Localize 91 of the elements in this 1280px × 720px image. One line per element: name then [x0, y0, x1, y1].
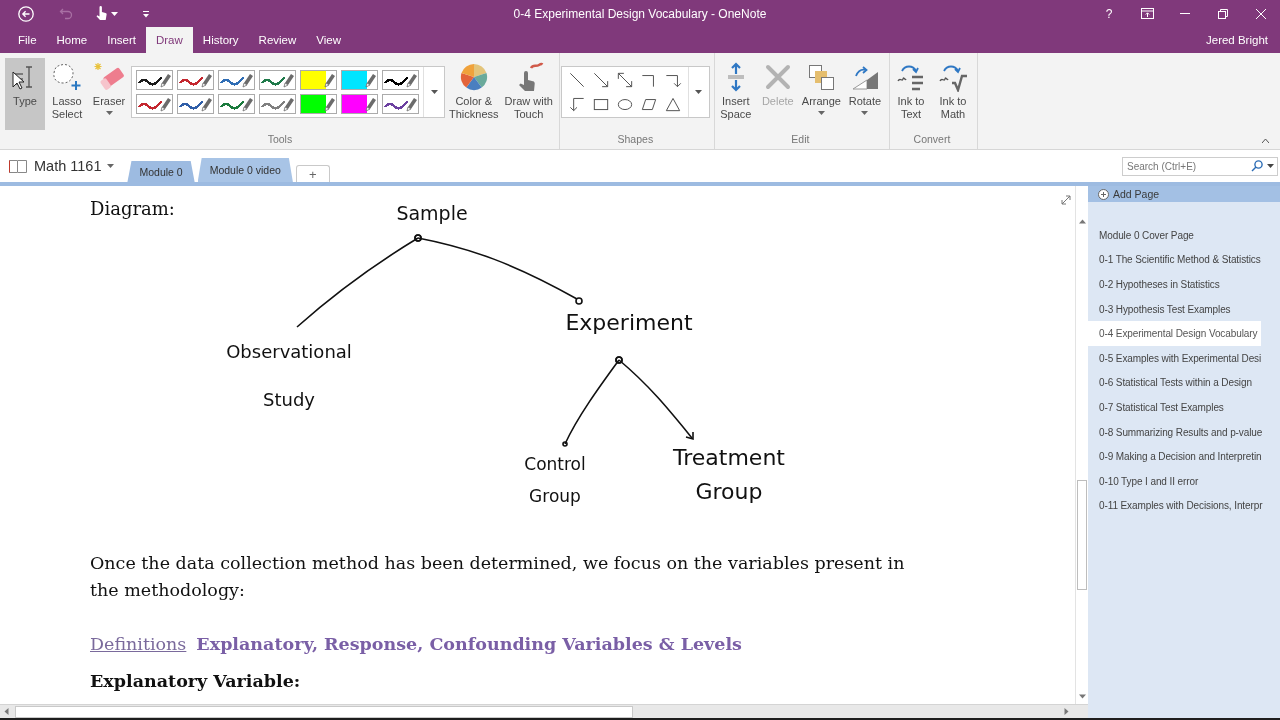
- scroll-thumb[interactable]: [1077, 480, 1087, 590]
- close-icon[interactable]: [1256, 8, 1266, 19]
- caret-icon[interactable]: [110, 11, 118, 16]
- color-wheel-icon[interactable]: [458, 62, 489, 92]
- group-label: Shapes: [617, 132, 654, 147]
- customize-icon[interactable]: [142, 9, 150, 18]
- help-button[interactable]: ?: [1103, 4, 1115, 23]
- ribbon-tab[interactable]: View: [306, 27, 352, 53]
- add-section-tab[interactable]: +: [295, 165, 330, 182]
- caret-icon[interactable]: [1267, 163, 1274, 168]
- caret-icon[interactable]: [861, 111, 869, 115]
- page-item[interactable]: 0-11 Examples with Decisions, Interpr: [1088, 493, 1280, 519]
- group-label: Convert: [913, 132, 951, 147]
- ribbon-tab[interactable]: History: [192, 27, 249, 53]
- more-caret-icon[interactable]: [695, 90, 703, 94]
- caret-icon[interactable]: [107, 164, 115, 168]
- horizontal-scrollbar[interactable]: [0, 704, 1088, 718]
- back-icon[interactable]: [18, 5, 34, 22]
- ribbon-tab[interactable]: File: [8, 27, 47, 53]
- ribbon-button[interactable]: Ink to Text: [890, 58, 931, 130]
- search-icon[interactable]: [1251, 159, 1263, 172]
- caret-icon[interactable]: [817, 111, 825, 115]
- more-caret-icon[interactable]: [430, 90, 438, 94]
- handwritten-label: Treatment Group: [673, 444, 785, 506]
- body-paragraph: Once the data collection method has been determined, we focus on the variables present in the methodology:: [90, 552, 906, 602]
- search-field[interactable]: Search (Ctrl+E): [1122, 156, 1278, 176]
- highlighter-icon[interactable]: [300, 94, 337, 114]
- ribbon-button[interactable]: Rotate: [844, 58, 885, 130]
- ribbon-button[interactable]: Eraser: [89, 58, 129, 130]
- section-title: Explanatory, Response, Confounding Variables & Levels: [196, 633, 742, 656]
- subheading: Explanatory Variable:: [90, 670, 301, 693]
- page-item[interactable]: 0-7 Statistical Test Examples: [1088, 395, 1280, 420]
- ribbon-display-icon[interactable]: [1140, 8, 1154, 19]
- handwritten-label: Experiment: [565, 309, 693, 337]
- scroll-thumb[interactable]: [15, 705, 633, 718]
- highlighter-icon[interactable]: [300, 70, 337, 90]
- page-item[interactable]: 0-1 The Scientific Method & Statistics: [1088, 247, 1280, 273]
- ribbon-tab[interactable]: Home: [46, 27, 98, 53]
- section-tab[interactable]: Module 0: [127, 161, 195, 182]
- stacked-squares-icon[interactable]: [806, 62, 837, 92]
- highlighter-icon[interactable]: [341, 94, 378, 114]
- vertical-scrollbar[interactable]: [1075, 186, 1088, 704]
- ribbon-button[interactable]: Ink to Math: [932, 58, 973, 130]
- pen-icon[interactable]: [136, 70, 173, 90]
- group-label: Tools: [267, 132, 293, 147]
- mouse-pointer-icon: [12, 71, 24, 90]
- scroll-down-icon[interactable]: [1078, 693, 1086, 700]
- notebook-icon[interactable]: [8, 158, 28, 174]
- page-item[interactable]: 0-8 Summarizing Results and p-value: [1088, 419, 1280, 445]
- ribbon-button[interactable]: Color & Thickness: [447, 58, 501, 130]
- ribbon-button[interactable]: Lasso Select: [47, 58, 87, 130]
- definitions-link[interactable]: Definitions: [90, 631, 187, 658]
- page-item[interactable]: Module 0 Cover Page: [1088, 223, 1280, 248]
- notebook-picker[interactable]: Math 1161: [6, 158, 119, 174]
- scroll-left-icon[interactable]: [3, 708, 10, 715]
- pen-icon[interactable]: [382, 94, 419, 114]
- add-page-button[interactable]: Add Page: [1088, 186, 1280, 202]
- page-item[interactable]: 0-10 Type I and II error: [1088, 468, 1280, 494]
- handwritten-label: Sample: [396, 201, 468, 226]
- window-title: 0-4 Experimental Design Vocabulary - OneNote: [513, 6, 767, 21]
- page-item[interactable]: 0-9 Making a Decision and Interpretin: [1088, 444, 1280, 469]
- add-icon[interactable]: [1098, 188, 1109, 200]
- pen-icon[interactable]: [382, 70, 419, 90]
- group-label: Edit: [791, 132, 810, 147]
- pen-icon[interactable]: [177, 94, 214, 114]
- expand-icon[interactable]: [1061, 195, 1071, 205]
- highlighter-icon[interactable]: [341, 70, 378, 90]
- lasso-icon[interactable]: [52, 62, 82, 92]
- ribbon-tab[interactable]: Draw: [146, 27, 193, 53]
- restore-icon[interactable]: [1218, 8, 1228, 19]
- ribbon-button[interactable]: Type: [5, 58, 45, 130]
- collapse-ribbon-icon[interactable]: [1262, 139, 1269, 143]
- scroll-up-icon[interactable]: [1078, 218, 1086, 225]
- ribbon-button[interactable]: Draw with Touch: [502, 58, 555, 130]
- ribbon-tab[interactable]: Review: [248, 27, 307, 53]
- account-name[interactable]: Jered Bright: [1206, 34, 1268, 46]
- page-heading: Diagram:: [90, 197, 175, 220]
- caret-icon[interactable]: [105, 111, 113, 115]
- page-item[interactable]: 0-4 Experimental Design Vocabulary: [1088, 321, 1261, 346]
- page-item[interactable]: 0-5 Examples with Experimental Desi: [1088, 345, 1280, 371]
- ribbon-button[interactable]: Insert Space: [715, 58, 756, 130]
- handwritten-label: Control Group: [524, 453, 586, 508]
- handwritten-label: Observational Study: [226, 340, 352, 412]
- page-item[interactable]: 0-2 Hypotheses in Statistics: [1088, 272, 1280, 297]
- scroll-right-icon[interactable]: [1063, 708, 1070, 715]
- ribbon-button[interactable]: Arrange: [799, 58, 843, 130]
- ribbon-tab[interactable]: Insert: [97, 27, 146, 53]
- page-item[interactable]: 0-6 Statistical Tests within a Design: [1088, 370, 1280, 396]
- section-tab[interactable]: Module 0 video: [197, 158, 293, 182]
- hand-icon[interactable]: [94, 6, 108, 21]
- page-item[interactable]: 0-3 Hypothesis Test Examples: [1088, 296, 1280, 322]
